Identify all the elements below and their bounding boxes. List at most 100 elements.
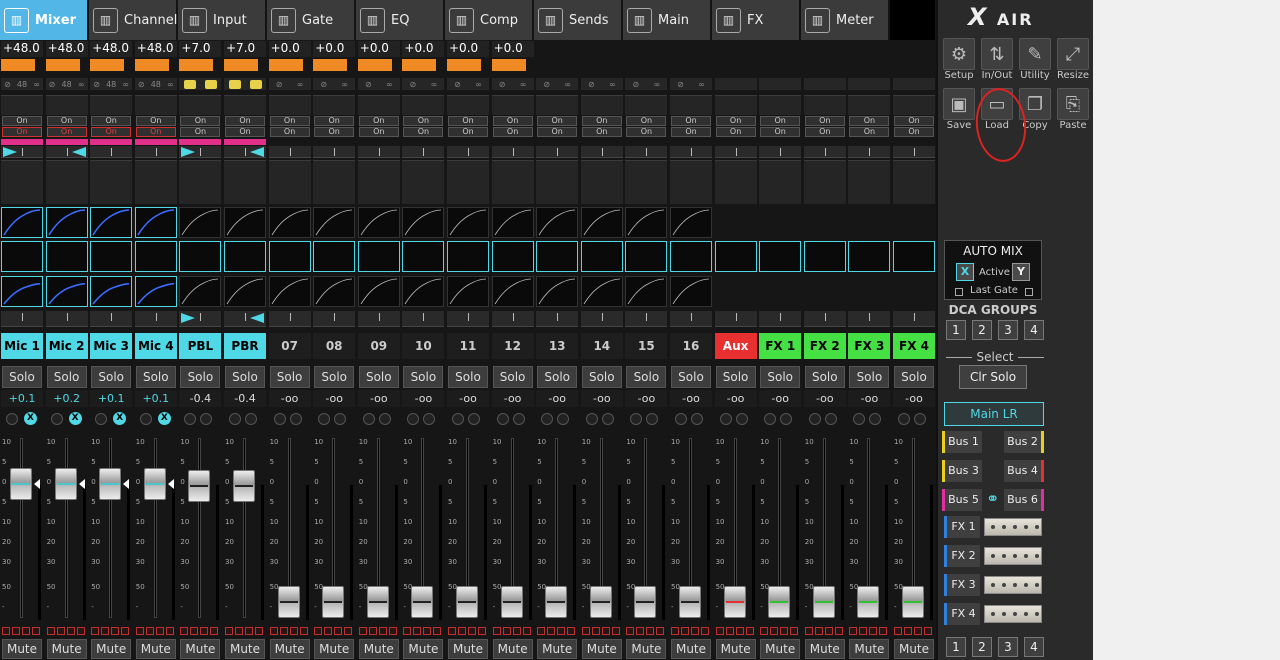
tab-gate[interactable]: ▥ Gate: [267, 0, 356, 40]
eq-box[interactable]: [90, 241, 133, 272]
phantom-phase-row[interactable]: ⊘ ∞: [402, 78, 445, 90]
fx-2-button[interactable]: FX 2: [944, 545, 980, 567]
pan-control[interactable]: [759, 146, 802, 158]
pan-control-bottom[interactable]: [625, 311, 668, 327]
solo-button[interactable]: Solo: [894, 366, 934, 388]
pan-control[interactable]: [803, 146, 846, 158]
on-button[interactable]: On: [626, 127, 667, 137]
fx-rack-unit-1[interactable]: [984, 518, 1042, 536]
phantom-phase-row[interactable]: ⊘ ∞: [670, 78, 712, 90]
solo-button[interactable]: Solo: [314, 366, 355, 388]
pan-control-bottom[interactable]: [268, 311, 311, 327]
pan-control-bottom[interactable]: [1, 311, 43, 327]
channel-fader[interactable]: [456, 586, 478, 618]
utility-button[interactable]: ✎ Utility: [1017, 38, 1053, 81]
on-button[interactable]: On: [46, 116, 87, 126]
channel-fader[interactable]: [277, 586, 300, 618]
mute-button[interactable]: Mute: [448, 639, 488, 659]
on-button[interactable]: On: [715, 127, 756, 137]
comp-box[interactable]: [313, 276, 356, 307]
mute-button[interactable]: Mute: [626, 639, 667, 659]
pan-control[interactable]: [268, 146, 311, 158]
gate-box[interactable]: [224, 207, 266, 238]
pan-control-bottom[interactable]: [714, 311, 757, 327]
gate-box[interactable]: [134, 207, 177, 238]
gain-value[interactable]: +7.0: [224, 41, 266, 57]
gate-box[interactable]: [179, 207, 222, 238]
channel-fader[interactable]: [366, 586, 389, 618]
tab-eq[interactable]: ▥ EQ: [356, 0, 445, 40]
pan-control-bottom[interactable]: [536, 311, 579, 327]
mute-button[interactable]: Mute: [581, 639, 622, 659]
automix-x-icon[interactable]: X: [68, 412, 82, 425]
phantom-phase-row[interactable]: ⊘ 48 ∞: [134, 78, 177, 90]
fx-1-button[interactable]: FX 1: [944, 516, 980, 538]
channel-fader[interactable]: [188, 470, 211, 502]
bus-6-button[interactable]: Bus 6: [1004, 489, 1044, 511]
channel-fader[interactable]: [500, 586, 523, 618]
channel-name[interactable]: FX 4: [893, 333, 935, 359]
gain-value[interactable]: +0.0: [402, 41, 445, 57]
channel-name[interactable]: 13: [536, 333, 579, 359]
on-button[interactable]: On: [358, 127, 399, 137]
bus-5-button[interactable]: Bus 5: [942, 489, 982, 511]
gain-value[interactable]: +48.0: [1, 41, 43, 57]
pan-control[interactable]: [402, 146, 445, 158]
comp-box[interactable]: [447, 276, 489, 307]
tab-comp[interactable]: ▥ Comp: [445, 0, 534, 40]
mute-button[interactable]: Mute: [46, 639, 87, 659]
pan-control-bottom[interactable]: [90, 311, 133, 327]
comp-box[interactable]: [670, 276, 712, 307]
fx-rack-unit-3[interactable]: [984, 576, 1042, 594]
solo-button[interactable]: Solo: [225, 366, 265, 388]
eq-box[interactable]: [313, 241, 356, 272]
channel-name[interactable]: 09: [357, 333, 400, 359]
on-button[interactable]: On: [225, 127, 265, 137]
channel-fader[interactable]: [589, 586, 612, 618]
phantom-phase-row[interactable]: ⊘ ∞: [625, 78, 668, 90]
solo-button[interactable]: Solo: [581, 366, 622, 388]
dca-group-3-button[interactable]: 3: [998, 320, 1018, 340]
comp-box[interactable]: [179, 276, 222, 307]
inout-button[interactable]: ⇅ In/Out: [979, 38, 1015, 81]
phantom-phase-row[interactable]: [224, 78, 266, 90]
pan-control-bottom[interactable]: [224, 311, 266, 327]
solo-button[interactable]: Solo: [492, 366, 533, 388]
automix-x-icon[interactable]: X: [113, 412, 127, 425]
on-button[interactable]: On: [492, 127, 533, 137]
phantom-phase-row[interactable]: ⊘ ∞: [357, 78, 400, 90]
phantom-phase-row[interactable]: [803, 78, 846, 90]
phantom-phase-row[interactable]: [848, 78, 891, 90]
eq-box[interactable]: [268, 241, 311, 272]
solo-button[interactable]: Solo: [626, 366, 667, 388]
channel-name[interactable]: 15: [625, 333, 668, 359]
phantom-phase-row[interactable]: ⊘ ∞: [491, 78, 534, 90]
gain-value[interactable]: +48.0: [90, 41, 133, 57]
solo-button[interactable]: Solo: [804, 366, 845, 388]
solo-button[interactable]: Solo: [269, 366, 310, 388]
on-button[interactable]: On: [760, 127, 801, 137]
on-button[interactable]: On: [626, 116, 667, 126]
pan-control-bottom[interactable]: [670, 311, 712, 327]
on-button[interactable]: On: [135, 127, 176, 137]
dca-mute-2-button[interactable]: 2: [972, 637, 992, 657]
on-button[interactable]: On: [2, 116, 42, 126]
phantom-phase-row[interactable]: [759, 78, 802, 90]
solo-button[interactable]: Solo: [715, 366, 756, 388]
tab-input[interactable]: ▥ Input: [178, 0, 267, 40]
eq-box[interactable]: [491, 241, 534, 272]
bus-2-button[interactable]: Bus 2: [1004, 431, 1044, 453]
mute-button[interactable]: Mute: [804, 639, 845, 659]
solo-button[interactable]: Solo: [537, 366, 578, 388]
gate-box[interactable]: [625, 207, 668, 238]
pan-control-bottom[interactable]: [580, 311, 623, 327]
dca-group-2-button[interactable]: 2: [972, 320, 992, 340]
channel-name[interactable]: Mic 3: [90, 333, 133, 359]
last-gate-checkbox-right[interactable]: [1025, 288, 1033, 296]
channel-fader[interactable]: [54, 468, 77, 500]
paste-button[interactable]: ⎘ Paste: [1055, 88, 1091, 131]
gate-box[interactable]: [491, 207, 534, 238]
channel-name[interactable]: PBL: [179, 333, 222, 359]
mute-button[interactable]: Mute: [269, 639, 310, 659]
on-button[interactable]: On: [671, 116, 711, 126]
